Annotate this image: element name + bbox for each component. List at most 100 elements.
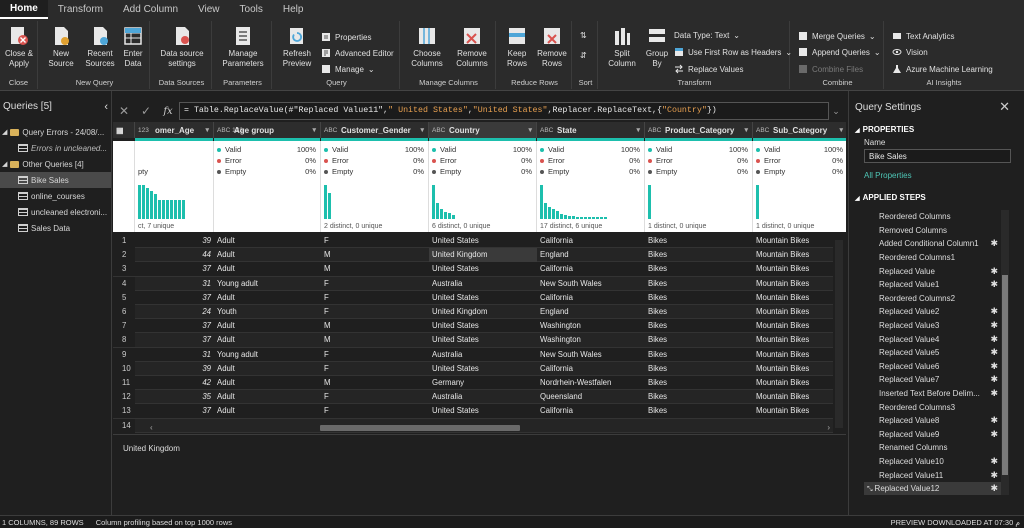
use-first-row-headers-button[interactable]: Use First Row as Headers ⌄ — [674, 47, 792, 57]
table-cell[interactable]: Bikes — [645, 333, 753, 347]
gear-icon[interactable]: ✱ — [990, 347, 1001, 358]
table-cell[interactable]: California — [537, 291, 645, 305]
table-cell[interactable]: Bikes — [645, 277, 753, 291]
table-cell[interactable]: M — [321, 333, 429, 347]
table-cell[interactable]: F — [321, 277, 429, 291]
steps-scrollbar[interactable] — [1001, 210, 1009, 495]
table-cell[interactable]: Mountain Bikes — [753, 362, 846, 376]
scroll-right-icon[interactable]: › — [827, 423, 830, 432]
table-cell[interactable]: Bikes — [645, 291, 753, 305]
gear-icon[interactable]: ✱ — [990, 483, 1001, 494]
table-cell[interactable]: Australia — [429, 390, 537, 404]
scrollbar-thumb[interactable] — [1002, 275, 1008, 475]
table-cell[interactable]: F — [321, 291, 429, 305]
properties-button[interactable]: Properties — [321, 32, 371, 42]
table-cell[interactable]: New South Wales — [537, 277, 645, 291]
filter-dropdown-icon[interactable]: ▾ — [420, 126, 424, 134]
gear-icon[interactable]: ✱ — [990, 266, 1001, 277]
table-row[interactable]: 6 24 Youth F United Kingdom England Bikes Mount… — [113, 305, 833, 320]
table-cell[interactable]: Washington — [537, 319, 645, 333]
applied-step[interactable]: Replaced Value2 ✱ — [864, 305, 1001, 319]
table-cell[interactable]: Washington — [537, 333, 645, 347]
scroll-left-icon[interactable]: ‹ — [150, 423, 153, 432]
advanced-editor-button[interactable]: Advanced Editor — [321, 48, 394, 58]
table-cell[interactable]: Adult — [214, 376, 321, 390]
table-cell[interactable]: 37 — [135, 319, 214, 333]
table-cell[interactable]: Bikes — [645, 262, 753, 276]
applied-step[interactable]: Replaced Value9 ✱ — [864, 428, 1001, 442]
gear-icon[interactable]: ✱ — [990, 388, 1001, 399]
applied-step[interactable]: ⤡ Replaced Value12 ✱ — [864, 481, 1001, 496]
applied-step[interactable]: Replaced Value4 ✱ — [864, 332, 1001, 346]
table-cell[interactable]: United States — [429, 291, 537, 305]
applied-step[interactable]: Added Conditional Column1 ✱ — [864, 237, 1001, 251]
table-cell[interactable]: Australia — [429, 348, 537, 362]
table-cell[interactable]: Queensland — [537, 390, 645, 404]
table-cell[interactable]: Mountain Bikes — [753, 305, 846, 319]
append-queries-button[interactable]: Append Queries ⌄ — [798, 47, 881, 57]
replace-values-button[interactable]: Replace Values — [674, 64, 743, 74]
collapse-icon[interactable]: ‹ — [104, 101, 108, 114]
table-cell[interactable]: 39 — [135, 234, 214, 248]
applied-step[interactable]: Replaced Value8 ✱ — [864, 414, 1001, 428]
applied-step[interactable]: Replaced Value6 ✱ — [864, 360, 1001, 374]
close-apply-button[interactable]: Close & Apply — [4, 25, 34, 69]
table-cell[interactable]: F — [321, 234, 429, 248]
column-header-customer-gender[interactable]: ABC Customer_Gender ▾ — [321, 122, 429, 138]
table-cell[interactable]: California — [537, 234, 645, 248]
table-row[interactable]: 4 31 Young adult F Australia New South Wales B… — [113, 276, 833, 291]
expand-formula-icon[interactable]: ⌄ — [829, 106, 843, 117]
column-type-icon[interactable]: ABC 123 — [217, 127, 243, 134]
table-row[interactable]: 13 37 Adult F United States California Bikes Mo… — [113, 404, 833, 419]
gear-icon[interactable]: ✱ — [990, 361, 1001, 372]
group-by-button[interactable]: Group By — [644, 25, 670, 69]
table-cell[interactable]: 44 — [135, 248, 214, 262]
menu-home[interactable]: Home — [0, 0, 48, 19]
table-cell[interactable]: Youth — [214, 305, 321, 319]
table-cell[interactable]: 35 — [135, 390, 214, 404]
grid-horizontal-scrollbar[interactable]: ‹ › — [150, 423, 830, 433]
table-cell[interactable]: Mountain Bikes — [753, 291, 846, 305]
sort-descending-button[interactable]: ⇵ — [580, 51, 587, 60]
table-cell[interactable]: Mountain Bikes — [753, 248, 846, 262]
column-type-icon[interactable]: ABC — [540, 127, 554, 134]
query-item-bike-sales[interactable]: Bike Sales — [0, 172, 111, 188]
confirm-formula-icon[interactable]: ✓ — [135, 104, 157, 118]
table-row[interactable]: 11 42 Adult M Germany Nordrhein-Westfalen Bike… — [113, 376, 833, 391]
table-cell[interactable]: Adult — [214, 404, 321, 418]
scrollbar-thumb[interactable] — [320, 425, 520, 431]
gear-icon[interactable]: ✱ — [990, 320, 1001, 331]
merge-queries-button[interactable]: Merge Queries ⌄ — [798, 31, 876, 41]
table-cell[interactable]: United States — [429, 262, 537, 276]
query-name-input[interactable]: Bike Sales — [864, 149, 1011, 163]
data-type-dropdown[interactable]: Data Type: Text ⌄ — [674, 31, 740, 40]
column-header-product-category[interactable]: ABC Product_Category ▾ — [645, 122, 753, 138]
gear-icon[interactable]: ✱ — [990, 456, 1001, 467]
filter-dropdown-icon[interactable]: ▾ — [636, 126, 640, 134]
table-cell[interactable]: Young adult — [214, 348, 321, 362]
table-row[interactable]: 8 37 Adult M United States Washington Bikes Mou… — [113, 333, 833, 348]
table-row[interactable]: 2 44 Adult M United Kingdom England Bikes Mount… — [113, 248, 833, 263]
table-cell[interactable]: California — [537, 262, 645, 276]
applied-step[interactable]: Reordered Columns2 — [864, 292, 1001, 306]
manage-parameters-button[interactable]: Manage Parameters — [218, 25, 268, 69]
table-cell[interactable]: Bikes — [645, 390, 753, 404]
new-source-button[interactable]: New Source — [46, 25, 76, 69]
table-cell[interactable]: Adult — [214, 362, 321, 376]
table-cell[interactable]: Mountain Bikes — [753, 277, 846, 291]
table-cell[interactable]: Mountain Bikes — [753, 333, 846, 347]
recent-sources-button[interactable]: Recent Sources — [84, 25, 116, 69]
table-cell[interactable]: United States — [429, 234, 537, 248]
gear-icon[interactable]: ✱ — [990, 238, 1001, 249]
menu-view[interactable]: View — [188, 0, 230, 19]
table-cell[interactable]: Bikes — [645, 362, 753, 376]
column-header-sub-category[interactable]: ABC Sub_Category ▾ — [753, 122, 846, 138]
table-cell[interactable]: F — [321, 362, 429, 376]
table-row[interactable]: 1 39 Adult F United States California Bikes Mou… — [113, 234, 833, 249]
filter-dropdown-icon[interactable]: ▾ — [528, 126, 532, 134]
vision-button[interactable]: Vision — [892, 47, 928, 57]
table-cell[interactable]: 31 — [135, 348, 214, 362]
table-cell[interactable]: California — [537, 362, 645, 376]
menu-tools[interactable]: Tools — [230, 0, 273, 19]
table-cell[interactable]: Bikes — [645, 234, 753, 248]
